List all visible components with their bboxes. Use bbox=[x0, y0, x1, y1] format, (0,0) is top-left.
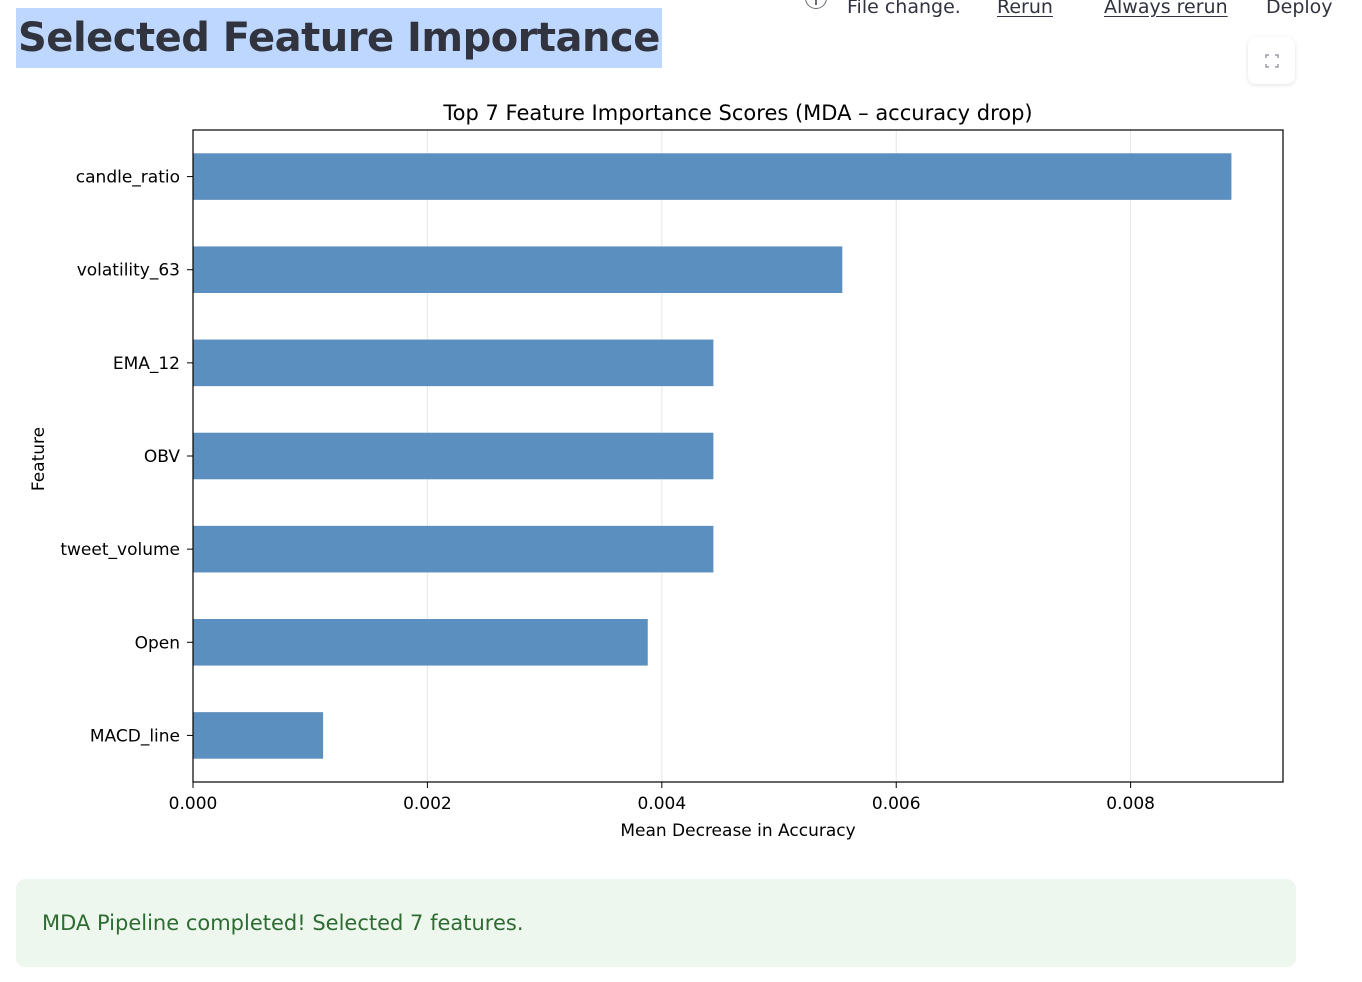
bar-volatility_63 bbox=[193, 246, 843, 293]
file-change-status: File change. bbox=[847, 0, 961, 18]
y-tick-label: Open bbox=[135, 633, 180, 653]
feature-importance-chart: Top 7 Feature Importance Scores (MDA – a… bbox=[29, 101, 1284, 841]
fullscreen-icon bbox=[1264, 53, 1279, 68]
y-tick-label: EMA_12 bbox=[113, 354, 180, 374]
x-tick-label: 0.004 bbox=[637, 794, 686, 814]
x-tick-label: 0.002 bbox=[403, 794, 452, 814]
y-tick-label: candle_ratio bbox=[76, 168, 180, 188]
success-alert: MDA Pipeline completed! Selected 7 featu… bbox=[16, 879, 1296, 967]
fullscreen-button[interactable] bbox=[1248, 37, 1295, 84]
y-tick-label: volatility_63 bbox=[77, 261, 180, 281]
bar-candle_ratio bbox=[193, 153, 1232, 200]
bar-Open bbox=[193, 619, 648, 666]
deploy-button[interactable]: Deploy bbox=[1266, 0, 1333, 22]
app-toolbar: File change. Rerun Always rerun Deploy bbox=[0, 0, 1362, 22]
bar-tweet_volume bbox=[193, 525, 714, 573]
y-tick-label: tweet_volume bbox=[60, 540, 180, 560]
bar-OBV bbox=[193, 432, 714, 480]
x-tick-label: 0.006 bbox=[872, 794, 921, 814]
bar-EMA_12 bbox=[193, 339, 714, 387]
x-tick-label: 0.000 bbox=[169, 794, 218, 814]
info-icon bbox=[805, 0, 827, 9]
x-tick-label: 0.008 bbox=[1106, 794, 1155, 814]
always-rerun-button[interactable]: Always rerun bbox=[1104, 0, 1228, 22]
success-message: MDA Pipeline completed! Selected 7 featu… bbox=[42, 911, 524, 935]
x-axis-label: Mean Decrease in Accuracy bbox=[620, 821, 855, 841]
y-axis-label: Feature bbox=[29, 427, 49, 491]
bar-MACD_line bbox=[193, 712, 324, 759]
y-tick-label: OBV bbox=[144, 447, 181, 467]
chart-title: Top 7 Feature Importance Scores (MDA – a… bbox=[442, 101, 1032, 125]
rerun-button[interactable]: Rerun bbox=[997, 0, 1053, 22]
y-tick-label: MACD_line bbox=[90, 726, 180, 746]
